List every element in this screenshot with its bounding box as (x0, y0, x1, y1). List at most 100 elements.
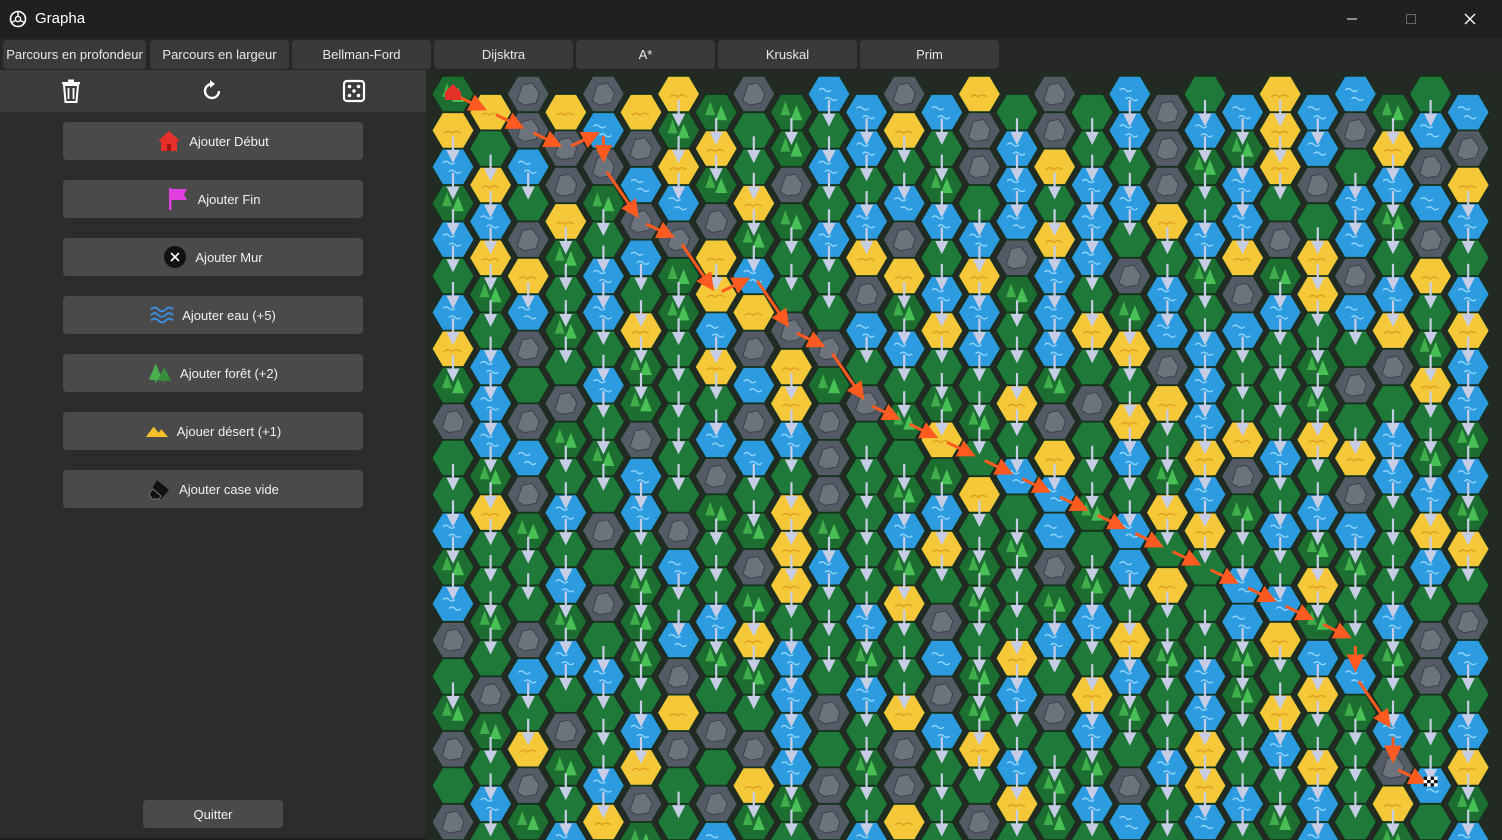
hex-tile-rock[interactable] (506, 403, 550, 440)
hex-tile-rock[interactable] (1108, 767, 1152, 804)
hex-tile-grass[interactable] (694, 749, 738, 786)
hex-tile-rock[interactable] (581, 512, 625, 550)
minimize-button[interactable] (1323, 0, 1381, 38)
hex-tile-rock[interactable] (1409, 221, 1453, 258)
hex-tile-rock[interactable] (1221, 457, 1265, 495)
tab-kruskal[interactable]: Kruskal (718, 40, 857, 69)
hex-tile-rock[interactable] (431, 621, 475, 659)
tab-dijkstra[interactable]: Dijsktra (434, 40, 573, 69)
hex-tile-rock[interactable] (1108, 257, 1152, 295)
hex-tile-water[interactable] (1033, 512, 1077, 550)
hex-tile-rock[interactable] (469, 676, 513, 713)
hex-tile-grass[interactable] (1409, 803, 1453, 840)
hex-tile-rock[interactable] (920, 676, 964, 713)
hex-tile-desert[interactable] (882, 803, 926, 840)
hex-tile-forest[interactable] (506, 803, 550, 840)
hex-tile-rock[interactable] (957, 803, 1001, 840)
hex-tile-rock[interactable] (732, 330, 776, 368)
hex-grid[interactable] (426, 70, 1502, 840)
hex-tile-rock[interactable] (1333, 112, 1377, 149)
hex-tile-water[interactable] (1333, 75, 1377, 113)
hex-tile-rock[interactable] (581, 585, 625, 622)
hex-tile-rock[interactable] (506, 621, 550, 659)
hex-tile-rock[interactable] (995, 239, 1039, 277)
hex-tile-rock[interactable] (1409, 658, 1453, 695)
hex-tile-rock[interactable] (807, 403, 851, 440)
hex-tile-water[interactable] (1409, 184, 1453, 222)
tab-bellman-ford[interactable]: Bellman-Ford (292, 40, 431, 69)
hex-tile-grass[interactable] (581, 548, 625, 586)
hex-tile-rock[interactable] (807, 803, 851, 840)
hex-tile-rock[interactable] (581, 75, 625, 113)
tab-dfs[interactable]: Parcours en profondeur (3, 40, 146, 69)
hex-tile-rock[interactable] (845, 275, 889, 313)
hex-tile-rock[interactable] (657, 658, 701, 695)
hex-tile-rock[interactable] (882, 730, 926, 768)
hex-tile-rock[interactable] (807, 767, 851, 804)
hex-tile-rock[interactable] (1033, 548, 1077, 586)
hex-tile-water[interactable] (1446, 93, 1490, 131)
hex-tile-rock[interactable] (431, 730, 475, 768)
hex-tile-rock[interactable] (957, 112, 1001, 149)
hex-tile-forest[interactable] (619, 821, 663, 840)
hex-tile-rock[interactable] (1033, 694, 1077, 732)
hex-tile-rock[interactable] (1296, 166, 1340, 204)
hex-tile-rock[interactable] (1145, 130, 1189, 167)
add-start-button[interactable]: Ajouter Début (63, 122, 363, 160)
hex-tile-rock[interactable] (920, 603, 964, 641)
add-desert-button[interactable]: Ajouer désert (+1) (63, 412, 363, 450)
hex-tile-rock[interactable] (619, 785, 663, 823)
hex-tile-rock[interactable] (732, 730, 776, 768)
hex-tile-rock[interactable] (769, 166, 813, 204)
hex-tile-rock[interactable] (1258, 221, 1302, 258)
hex-tile-rock[interactable] (694, 785, 738, 823)
hex-tile-desert[interactable] (657, 694, 701, 732)
hex-tile-rock[interactable] (845, 385, 889, 422)
hex-tile-rock[interactable] (506, 767, 550, 804)
random-button[interactable] (340, 77, 368, 105)
hex-tile-rock[interactable] (1409, 148, 1453, 186)
hex-tile-rock[interactable] (807, 476, 851, 513)
hex-tile-rock[interactable] (769, 312, 813, 349)
hex-tile-rock[interactable] (1070, 385, 1114, 422)
hex-tile-rock[interactable] (506, 112, 550, 149)
hex-tile-rock[interactable] (882, 767, 926, 804)
hex-tile-rock[interactable] (1145, 348, 1189, 386)
hex-tile-rock[interactable] (1371, 348, 1415, 386)
hex-tile-rock[interactable] (506, 330, 550, 368)
hex-tile-rock[interactable] (431, 403, 475, 440)
hex-tile-rock[interactable] (1033, 75, 1077, 113)
hex-tile-rock[interactable] (694, 457, 738, 495)
hex-tile-rock[interactable] (431, 803, 475, 840)
add-wall-button[interactable]: Ajouter Mur (63, 238, 363, 276)
hex-tile-rock[interactable] (619, 421, 663, 459)
hex-tile-water[interactable] (506, 439, 550, 477)
hex-tile-rock[interactable] (1333, 476, 1377, 513)
tab-prim[interactable]: Prim (860, 40, 999, 69)
tab-bfs[interactable]: Parcours en largeur (150, 40, 289, 69)
hex-tile-rock[interactable] (544, 166, 588, 204)
hex-tile-rock[interactable] (657, 730, 701, 768)
hex-tile-grass[interactable] (807, 730, 851, 768)
hex-tile-rock[interactable] (544, 712, 588, 750)
hex-tile-rock[interactable] (657, 221, 701, 258)
hex-tile-rock[interactable] (732, 75, 776, 113)
hex-tile-rock[interactable] (1446, 603, 1490, 641)
hex-tile-rock[interactable] (694, 712, 738, 750)
hex-tile-rock[interactable] (657, 512, 701, 550)
hex-tile-desert[interactable] (469, 93, 513, 131)
hex-map[interactable] (426, 70, 1502, 840)
hex-tile-rock[interactable] (694, 203, 738, 240)
hex-tile-rock[interactable] (1033, 403, 1077, 440)
hex-tile-water[interactable] (694, 821, 738, 840)
hex-tile-rock[interactable] (506, 221, 550, 258)
hex-tile-water[interactable] (920, 639, 964, 677)
hex-tile-rock[interactable] (882, 221, 926, 258)
hex-tile-rock[interactable] (807, 694, 851, 732)
hex-tile-grass[interactable] (506, 366, 550, 404)
hex-tile-rock[interactable] (807, 330, 851, 368)
hex-tile-desert[interactable] (957, 75, 1001, 113)
add-water-button[interactable]: Ajouter eau (+5) (63, 296, 363, 334)
add-empty-button[interactable]: Ajouter case vide (63, 470, 363, 508)
add-end-button[interactable]: Ajouter Fin (63, 180, 363, 218)
